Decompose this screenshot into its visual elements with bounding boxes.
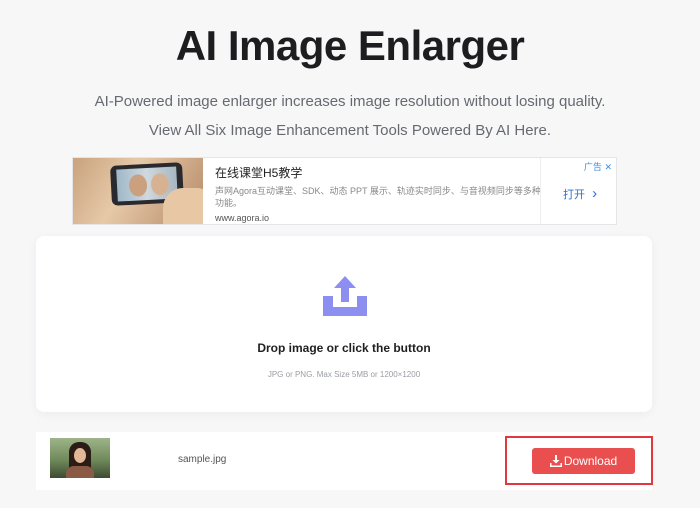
tools-link[interactable]: View All Six Image Enhancement Tools Pow…	[0, 122, 700, 139]
ad-banner[interactable]: 在线课堂H5教学 声网Agora互动课堂、SDK、动态 PPT 展示、轨迹实时同…	[72, 157, 617, 225]
download-button[interactable]: Download	[532, 448, 635, 474]
ad-label[interactable]: 广告 ✕	[584, 160, 612, 173]
ad-url[interactable]: www.agora.io	[215, 213, 545, 223]
download-icon	[549, 455, 562, 467]
ad-description: 声网Agora互动课堂、SDK、动态 PPT 展示、轨迹实时同步、与音视频同步等…	[215, 186, 541, 208]
ad-image[interactable]	[73, 158, 203, 224]
ad-open-label: 打开	[563, 189, 585, 201]
dropzone[interactable]: Drop image or click the button JPG or PN…	[36, 236, 652, 412]
upload-icon[interactable]	[321, 274, 369, 318]
ad-headline[interactable]: 在线课堂H5教学	[215, 164, 545, 181]
ad-open-button[interactable]: 打开 ›	[563, 185, 597, 202]
dropzone-hint: JPG or PNG. Max Size 5MB or 1200×1200	[267, 370, 421, 379]
file-thumbnail	[50, 438, 110, 478]
close-icon[interactable]: ✕	[604, 162, 612, 172]
download-label: Download	[563, 454, 618, 468]
chevron-right-icon: ›	[592, 185, 598, 202]
page-title: AI Image Enlarger	[175, 22, 525, 69]
page-subtitle: AI-Powered image enlarger increases imag…	[94, 93, 606, 110]
ad-label-text: 广告	[583, 162, 602, 172]
file-name: sample.jpg	[178, 454, 227, 465]
ad-side-panel: 广告 ✕ 打开 ›	[540, 158, 616, 224]
dropzone-title: Drop image or click the button	[257, 341, 431, 355]
